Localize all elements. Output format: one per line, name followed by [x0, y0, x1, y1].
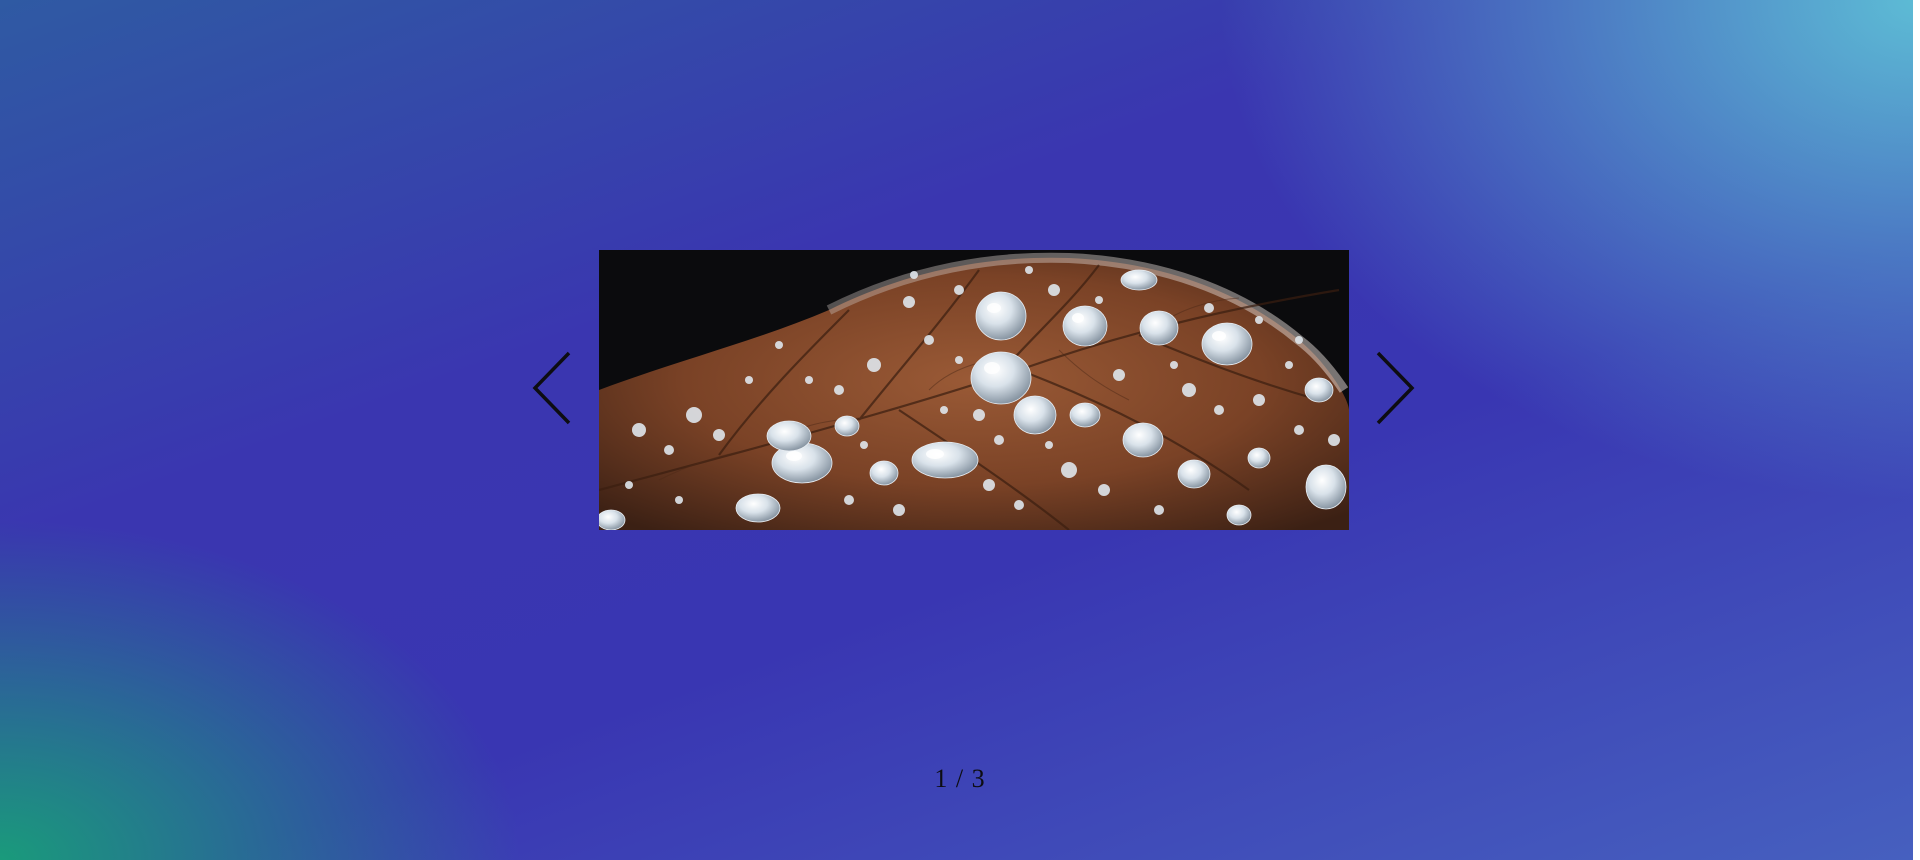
next-slide-button[interactable]: [1370, 350, 1420, 430]
prev-slide-button[interactable]: [527, 350, 577, 430]
slide-counter: 1 / 3: [934, 764, 986, 793]
water-droplets-on-leaf-photo: [599, 250, 1349, 530]
slide-image: [599, 250, 1349, 530]
chevron-left-icon: [530, 350, 574, 431]
chevron-right-icon: [1373, 350, 1417, 431]
page-edge: [1913, 0, 1920, 860]
slideshow: 1 / 3: [0, 0, 1920, 860]
